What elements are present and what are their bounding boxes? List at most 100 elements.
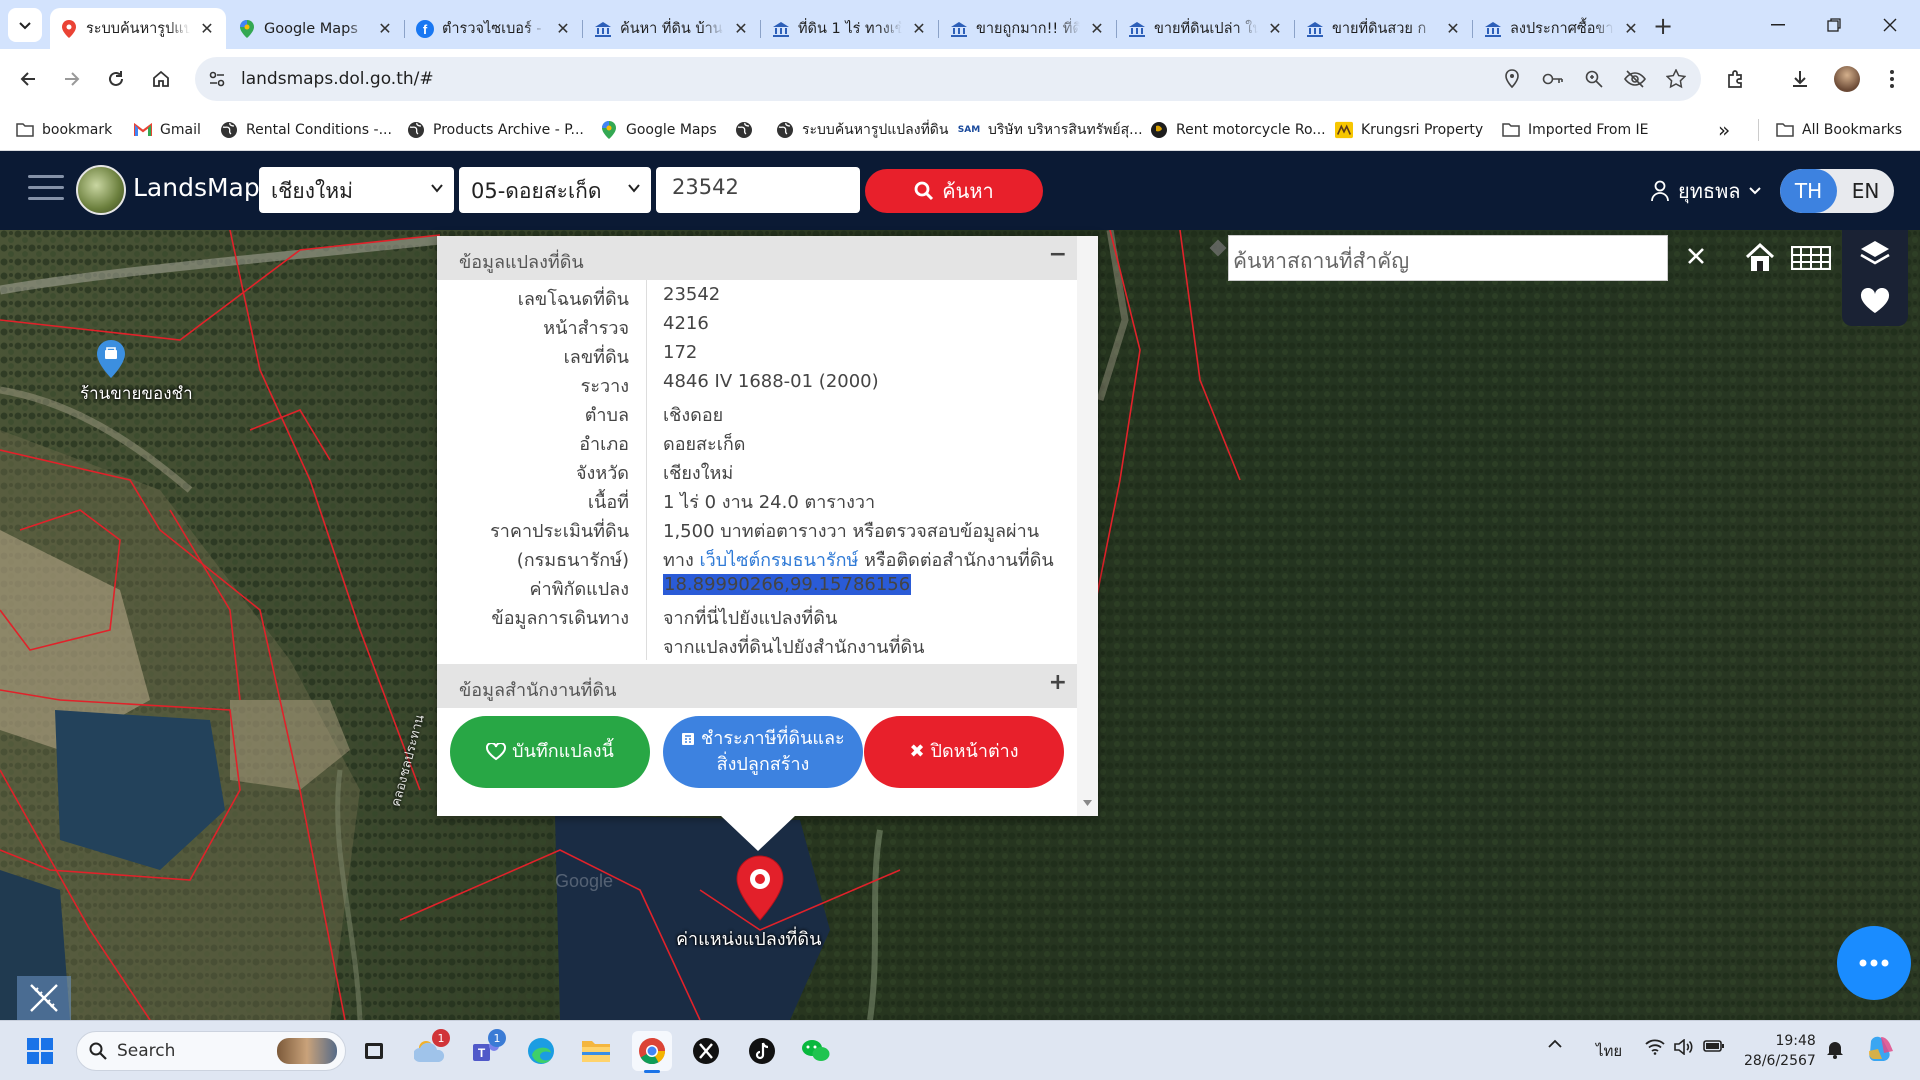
office-section-header[interactable]: ข้อมูลสำนักงานที่ดิน + [437,664,1077,708]
bookmarks-overflow-button[interactable]: » [1718,118,1730,142]
directions-to-office-link[interactable]: จากแปลงที่ดินไปยังสำนักงานที่ดิน [663,632,924,661]
chat-button[interactable] [1837,926,1911,1000]
minimize-button[interactable] [1750,0,1806,49]
district-select[interactable]: 05-ดอยสะเก็ด [459,167,651,213]
bookmark-landsmaps[interactable]: ระบบค้นหารูปแปลงที่ดิน [776,119,948,141]
browser-menu-button[interactable] [1874,61,1910,97]
close-tab-icon[interactable]: ✕ [1088,19,1106,38]
parcel-location-marker[interactable] [735,855,785,921]
profile-avatar[interactable] [1829,61,1865,97]
location-icon[interactable] [1500,67,1524,91]
tray-overflow-chevron-icon[interactable] [1548,1039,1562,1049]
lang-th-button[interactable]: TH [1780,169,1837,213]
task-view-button[interactable] [354,1031,394,1071]
edge-button[interactable] [521,1031,561,1071]
bookmark-krungsri[interactable]: Krungsri Property [1335,119,1483,141]
tab-search-button[interactable] [8,8,42,42]
close-tab-icon[interactable]: ✕ [1622,19,1640,38]
tab-google-maps[interactable]: Google Maps ✕ [228,8,404,49]
poi-marker[interactable] [96,340,126,378]
wifi-icon[interactable] [1645,1039,1665,1055]
wechat-button[interactable] [796,1031,836,1071]
scroll-down-arrow-icon[interactable] [1083,800,1092,806]
coordinates-value[interactable]: 18.89990266,99.15786156 [663,574,912,595]
file-explorer-button[interactable] [576,1031,616,1071]
close-tab-icon[interactable]: ✕ [376,19,394,38]
parcel-number-input[interactable]: 23542 [656,167,860,213]
home-map-button[interactable] [1738,236,1782,280]
parcel-section-header[interactable]: ข้อมูลแปลงที่ดิน − [437,236,1077,280]
weather-button[interactable]: 1 [410,1029,450,1071]
tab-listing-3[interactable]: ขายถูกมาก!! ที่ดิน ✕ [940,8,1116,49]
system-clock[interactable]: 19:48 28/6/2567 [1744,1031,1816,1071]
star-icon[interactable] [1664,67,1688,91]
bookmark-gmail[interactable]: Gmail [134,119,201,141]
bookmark-sam[interactable]: SAM บริษัท บริหารสินทรัพย์สุ... [958,119,1143,141]
close-window-button[interactable] [1862,0,1918,49]
province-select[interactable]: เชียงใหม่ [259,167,454,213]
home-button[interactable] [143,61,179,97]
notification-bell-icon[interactable] [1826,1039,1844,1059]
bookmark-rent-motorcycle[interactable]: Rent motorcycle Ro... [1150,119,1326,141]
heart-icon[interactable] [1860,288,1890,314]
battery-icon[interactable] [1703,1039,1725,1053]
close-tab-icon[interactable]: ✕ [732,19,750,38]
all-bookmarks-button[interactable]: All Bookmarks [1776,119,1902,141]
clear-search-button[interactable] [1676,236,1716,276]
restore-button[interactable] [1806,0,1862,49]
tiktok-button[interactable] [742,1031,782,1071]
bookmark-rental-conditions[interactable]: Rental Conditions -... [220,119,392,141]
pay-land-tax-button[interactable]: ชำระภาษีที่ดินและ สิ่งปลูกสร้าง [663,716,863,788]
layers-icon[interactable] [1859,238,1891,270]
expand-icon[interactable]: + [1049,670,1067,695]
bookmark-products-archive[interactable]: Products Archive - P... [407,119,584,141]
start-button[interactable] [20,1031,60,1071]
search-button[interactable]: ค้นหา [865,169,1043,213]
bookmark-google-maps[interactable]: Google Maps [600,119,717,141]
address-bar[interactable]: landsmaps.dol.go.th/# [195,57,1701,101]
close-tab-icon[interactable]: ✕ [198,19,216,38]
popup-scrollbar[interactable] [1077,236,1098,816]
copilot-icon[interactable] [1866,1033,1896,1063]
downloads-button[interactable] [1782,61,1818,97]
tab-landsmaps[interactable]: ระบบค้นหารูปแปลงที่ดิน ✕ [50,8,226,49]
teams-button[interactable]: T 1 [466,1029,506,1071]
hamburger-menu-icon[interactable] [28,175,64,205]
forward-button[interactable] [54,61,90,97]
extensions-button[interactable] [1718,61,1754,97]
close-tab-icon[interactable]: ✕ [554,19,572,38]
place-search-input[interactable]: ค้นหาสถานที่สำคัญ [1228,235,1668,281]
taskbar-search[interactable]: Search [76,1031,346,1071]
lang-en-button[interactable]: EN [1837,169,1894,213]
tab-listing-1[interactable]: ค้นหา ที่ดิน บ้าน ✕ [584,8,760,49]
x-app-button[interactable] [686,1031,726,1071]
zoom-icon[interactable] [1582,67,1606,91]
site-info-icon[interactable] [205,67,229,91]
chrome-button[interactable] [632,1031,672,1073]
tab-facebook[interactable]: f ตำรวจไซเบอร์ - Cyber ✕ [406,8,582,49]
tab-listing-5[interactable]: ขายที่ดินสวย ก ✕ [1296,8,1472,49]
treasury-website-link[interactable]: เว็บไซต์กรมธนารักษ์ [700,550,859,571]
close-tab-icon[interactable]: ✕ [1266,19,1284,38]
eye-off-icon[interactable] [1623,67,1647,91]
bookmark-folder-imported[interactable]: Imported From IE [1502,119,1649,141]
tab-listing-6[interactable]: ลงประกาศซื้อขาย ✕ [1474,8,1650,49]
directions-to-parcel-link[interactable]: จากที่นี่ไปยังแปลงที่ดิน [663,603,837,632]
input-language[interactable]: ไทย [1596,1039,1622,1063]
volume-icon[interactable] [1674,1039,1694,1055]
close-popup-button[interactable]: ✖ ปิดหน้าต่าง [864,716,1064,788]
password-key-icon[interactable] [1541,67,1565,91]
bookmark-folder-bookmark[interactable]: bookmark [16,119,112,141]
close-tab-icon[interactable]: ✕ [1444,19,1462,38]
save-parcel-button[interactable]: บันทึกแปลงนี้ [450,716,650,788]
tab-listing-2[interactable]: ที่ดิน 1 ไร่ ทางเข้า ✕ [762,8,938,49]
measure-tool-button[interactable] [17,976,71,1020]
user-menu[interactable]: ยุทธพล [1650,175,1761,207]
tab-listing-4[interactable]: ขายที่ดินเปล่า ใน ✕ [1118,8,1294,49]
close-tab-icon[interactable]: ✕ [910,19,928,38]
bookmark-globe[interactable] [735,119,761,141]
reload-button[interactable] [98,61,134,97]
new-tab-button[interactable]: + [1649,12,1677,40]
grid-button[interactable] [1788,236,1834,280]
collapse-icon[interactable]: − [1049,242,1067,267]
